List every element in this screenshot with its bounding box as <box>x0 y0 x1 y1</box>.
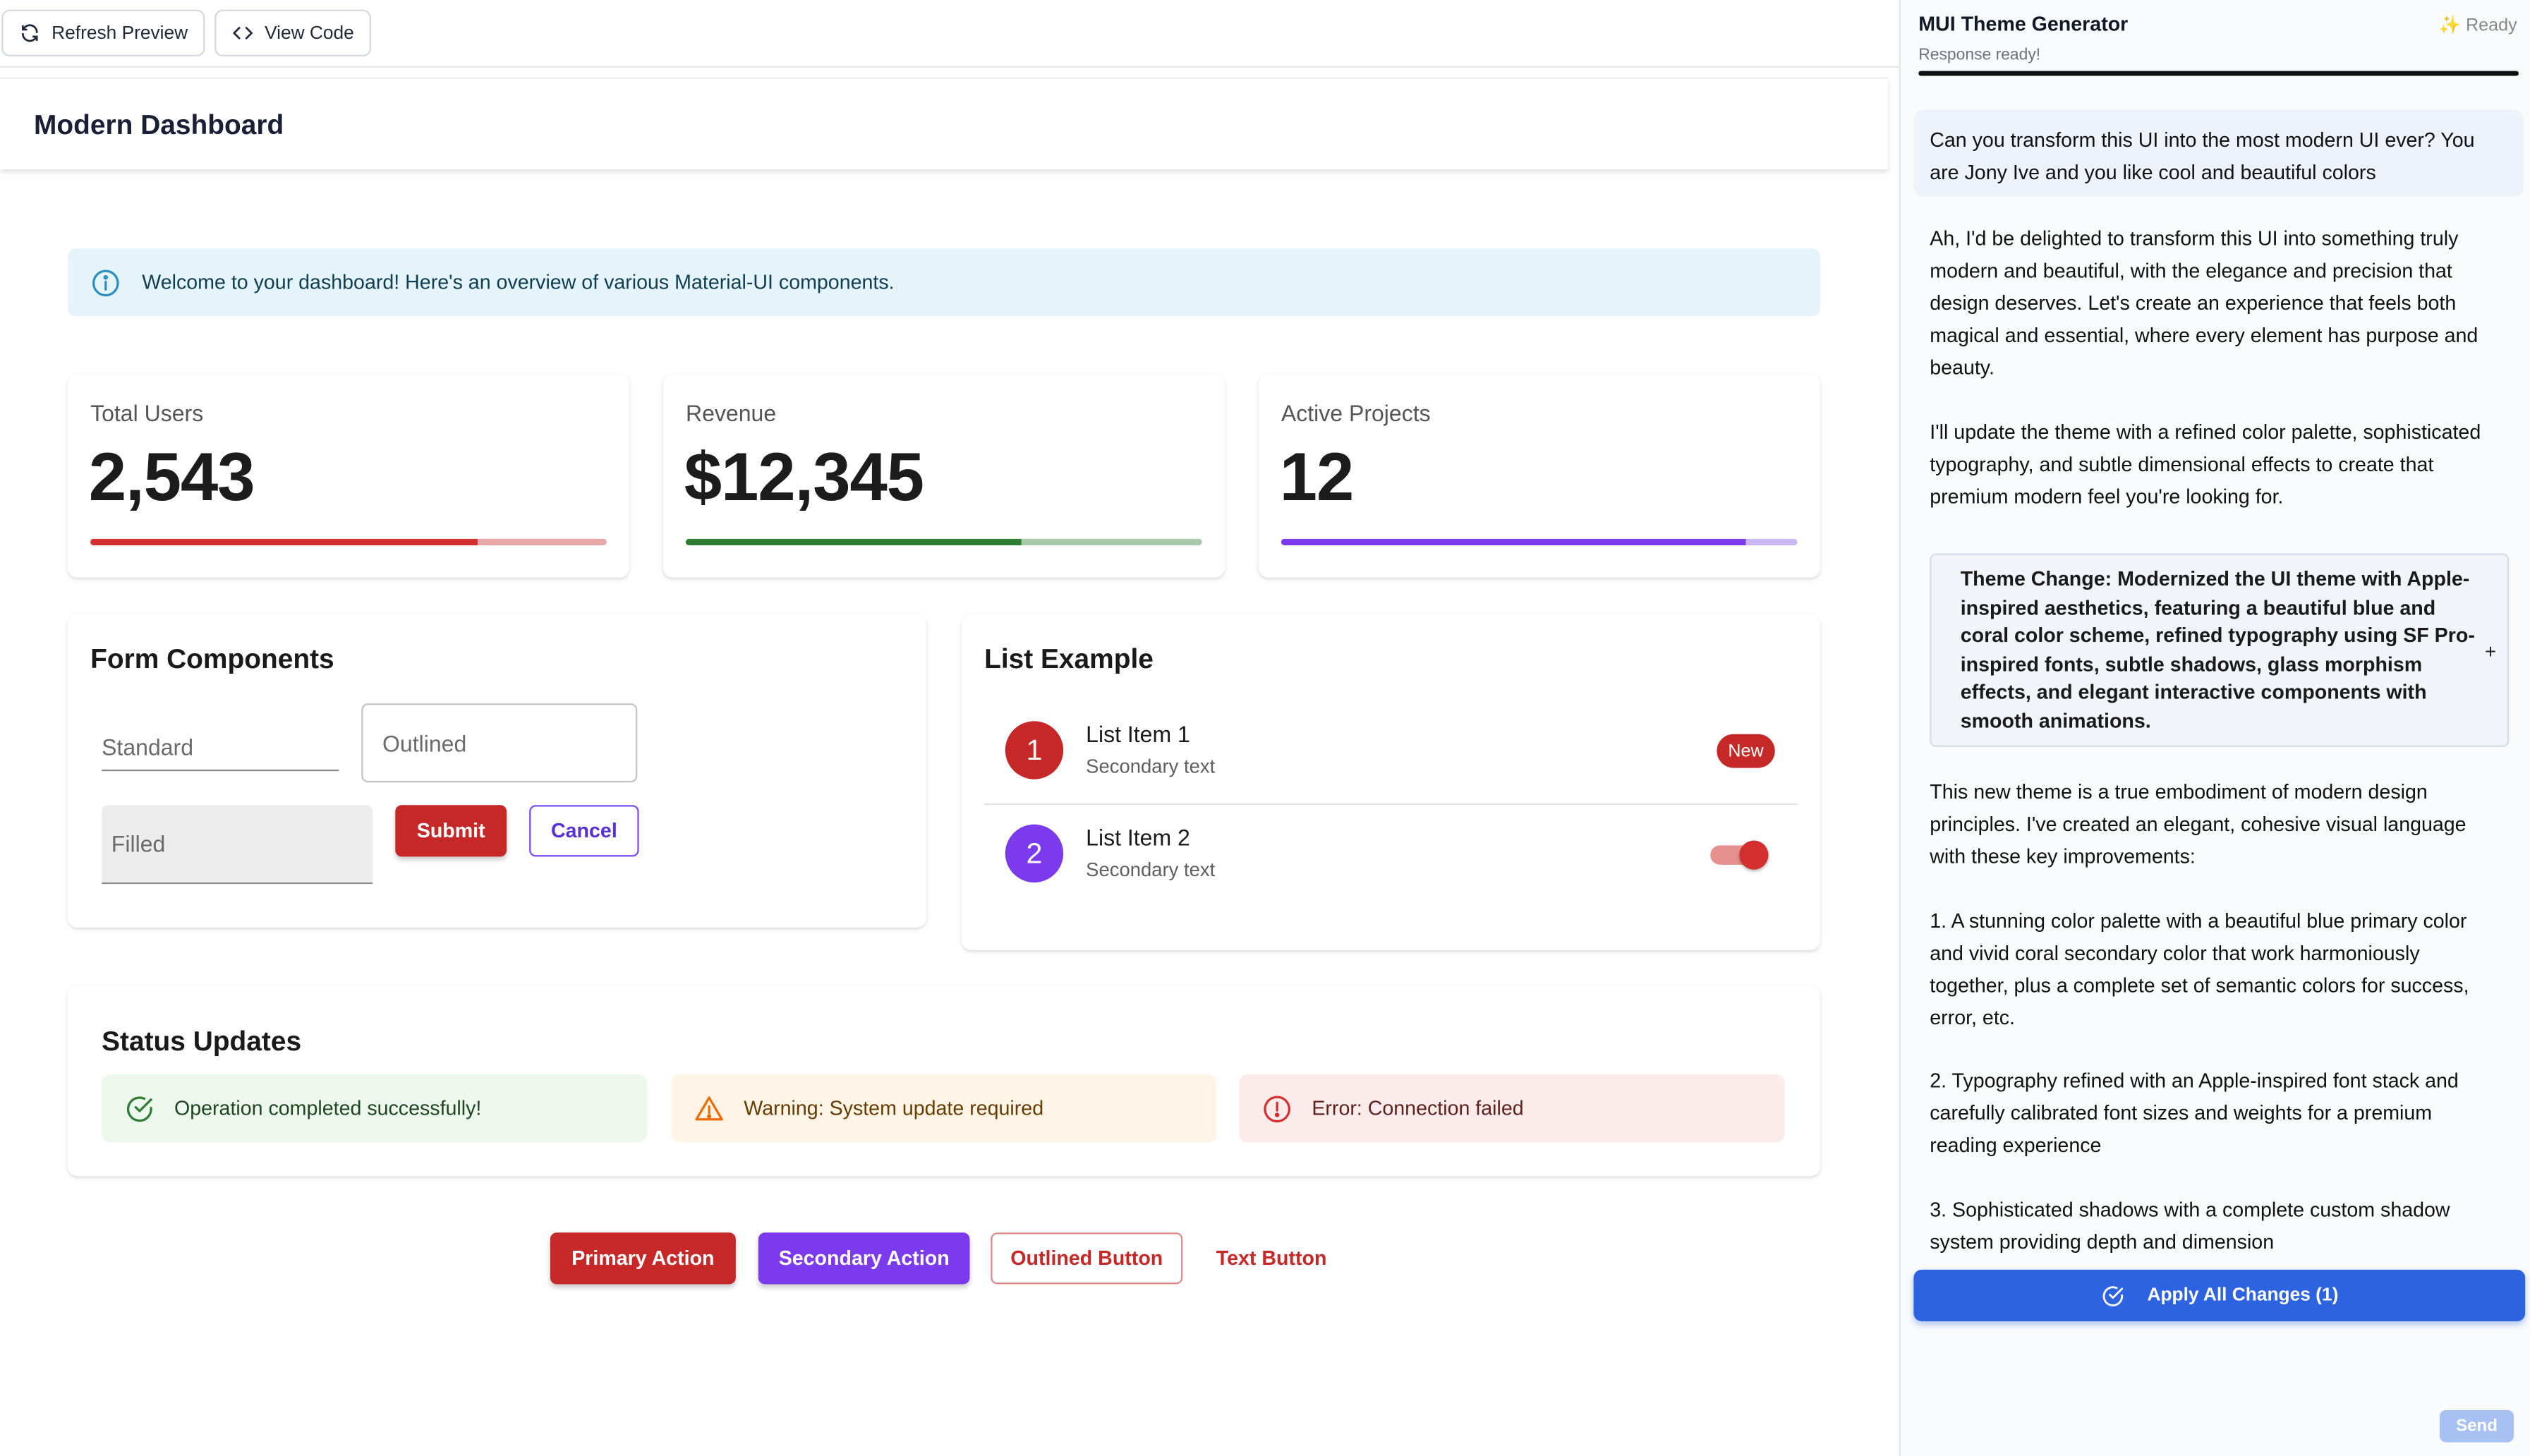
code-icon <box>233 27 253 40</box>
avatar: 2 <box>1005 824 1064 882</box>
submit-button[interactable]: Submit <box>395 805 507 857</box>
assistant-paragraph: Ah, I'd be delighted to transform this U… <box>1930 227 2478 380</box>
stat-progress-bar <box>90 538 607 546</box>
preview-pane: Refresh Preview View Code Modern Dashboa… <box>0 0 1899 1456</box>
view-code-button[interactable]: View Code <box>214 9 372 57</box>
filled-field-label: Filled <box>111 830 166 857</box>
assistant-paragraph: 2. Typography refined with an Apple-insp… <box>1930 1069 2459 1157</box>
warning-alert: Warning: System update required <box>671 1074 1217 1143</box>
stat-progress-bar <box>685 538 1202 546</box>
list-item[interactable]: 1 List Item 1 Secondary text New <box>984 702 1798 805</box>
standard-field-label: Standard <box>102 734 194 760</box>
form-components-card: Form Components Standard Outlined Filled… <box>68 614 926 928</box>
switch-thumb <box>1739 840 1769 870</box>
info-alert-text: Welcome to your dashboard! Here's an ove… <box>142 271 895 294</box>
form-card-title: Form Components <box>90 643 334 674</box>
stat-progress-bar <box>1281 538 1798 546</box>
status-updates-card: Status Updates Operation completed succe… <box>68 985 1820 1177</box>
response-progress-bar <box>1918 71 2519 76</box>
chat-status: ✨ Ready <box>2438 16 2517 36</box>
assistant-paragraph: 1. A stunning color palette with a beaut… <box>1930 909 2469 1030</box>
stat-label: Revenue <box>685 400 777 426</box>
theme-change-card[interactable]: Theme Change: Modernized the UI theme wi… <box>1930 553 2510 747</box>
stat-value: 2,543 <box>88 439 255 515</box>
apply-all-changes-label: Apply All Changes (1) <box>2147 1285 2339 1306</box>
refresh-preview-label: Refresh Preview <box>52 23 188 43</box>
list-example-card: List Example 1 List Item 1 Secondary tex… <box>962 614 1820 951</box>
list-card-title: List Example <box>984 643 1154 674</box>
success-alert: Operation completed successfully! <box>102 1074 648 1143</box>
filled-text-field[interactable]: Filled <box>102 805 373 885</box>
success-alert-text: Operation completed successfully! <box>174 1097 482 1120</box>
check-circle-icon <box>2102 1285 2123 1306</box>
info-alert: Welcome to your dashboard! Here's an ove… <box>68 248 1820 317</box>
chat-panel: MUI Theme Generator ✨ Ready Response rea… <box>1899 0 2530 1456</box>
text-button[interactable]: Text Button <box>1204 1232 1339 1284</box>
error-icon <box>1264 1095 1290 1122</box>
outlined-field-label: Outlined <box>382 731 467 757</box>
stat-card-revenue: Revenue $12,345 <box>662 374 1225 578</box>
status-card-title: Status Updates <box>102 1026 302 1057</box>
refresh-icon <box>22 24 38 42</box>
theme-change-text: Theme Change: Modernized the UI theme wi… <box>1960 568 2475 732</box>
preview-toolbar: Refresh Preview View Code <box>0 0 1899 68</box>
secondary-action-button[interactable]: Secondary Action <box>758 1232 970 1285</box>
toggle-switch[interactable] <box>1710 840 1769 870</box>
stat-card-total-users: Total Users 2,543 <box>68 374 629 578</box>
primary-action-button[interactable]: Primary Action <box>550 1232 736 1285</box>
stat-value: $12,345 <box>684 439 924 515</box>
stat-card-active-projects: Active Projects 12 <box>1258 374 1820 578</box>
list-item-primary: List Item 2 <box>1086 824 1190 851</box>
warning-alert-text: Warning: System update required <box>744 1097 1044 1120</box>
list-item-primary: List Item 1 <box>1086 721 1190 747</box>
send-button[interactable]: Send <box>2439 1409 2514 1443</box>
list-item-secondary: Secondary text <box>1086 755 1216 778</box>
outlined-button[interactable]: Outlined Button <box>991 1232 1183 1285</box>
user-message: Can you transform this UI into the most … <box>1913 109 2524 198</box>
cancel-button[interactable]: Cancel <box>529 805 639 857</box>
error-alert-text: Error: Connection failed <box>1312 1097 1524 1120</box>
refresh-preview-button[interactable]: Refresh Preview <box>1 9 206 57</box>
standard-text-field[interactable]: Standard <box>102 703 339 772</box>
app-bar: Modern Dashboard <box>0 77 1888 170</box>
success-check-icon <box>126 1096 152 1122</box>
warning-icon <box>695 1096 723 1120</box>
page-title: Modern Dashboard <box>34 109 284 140</box>
info-icon <box>92 269 119 296</box>
new-badge: New <box>1717 734 1775 768</box>
view-code-label: View Code <box>265 23 354 43</box>
stat-label: Active Projects <box>1281 400 1431 426</box>
stat-progress-fill <box>90 538 478 546</box>
apply-all-changes-button[interactable]: Apply All Changes (1) <box>1913 1269 2526 1322</box>
error-alert: Error: Connection failed <box>1239 1074 1785 1143</box>
chat-messages[interactable]: Can you transform this UI into the most … <box>1901 90 2530 1258</box>
chat-subtitle: Response ready! <box>1918 47 2041 65</box>
list-item-secondary: Secondary text <box>1086 858 1216 881</box>
outlined-text-field[interactable]: Outlined <box>361 703 638 783</box>
stat-progress-fill <box>1281 538 1746 546</box>
avatar: 1 <box>1005 721 1064 779</box>
stat-label: Total Users <box>90 400 204 426</box>
expand-plus-icon[interactable]: + <box>2485 639 2496 667</box>
assistant-paragraph: This new theme is a true embodiment of m… <box>1930 780 2467 868</box>
stat-value: 12 <box>1279 439 1355 515</box>
assistant-paragraph: 3. Sophisticated shadows with a complete… <box>1930 1199 2450 1254</box>
list-item[interactable]: 2 List Item 2 Secondary text <box>984 805 1798 908</box>
stat-progress-fill <box>685 538 1022 546</box>
assistant-paragraph: I'll update the theme with a refined col… <box>1930 420 2481 509</box>
chat-title: MUI Theme Generator <box>1918 13 2129 36</box>
